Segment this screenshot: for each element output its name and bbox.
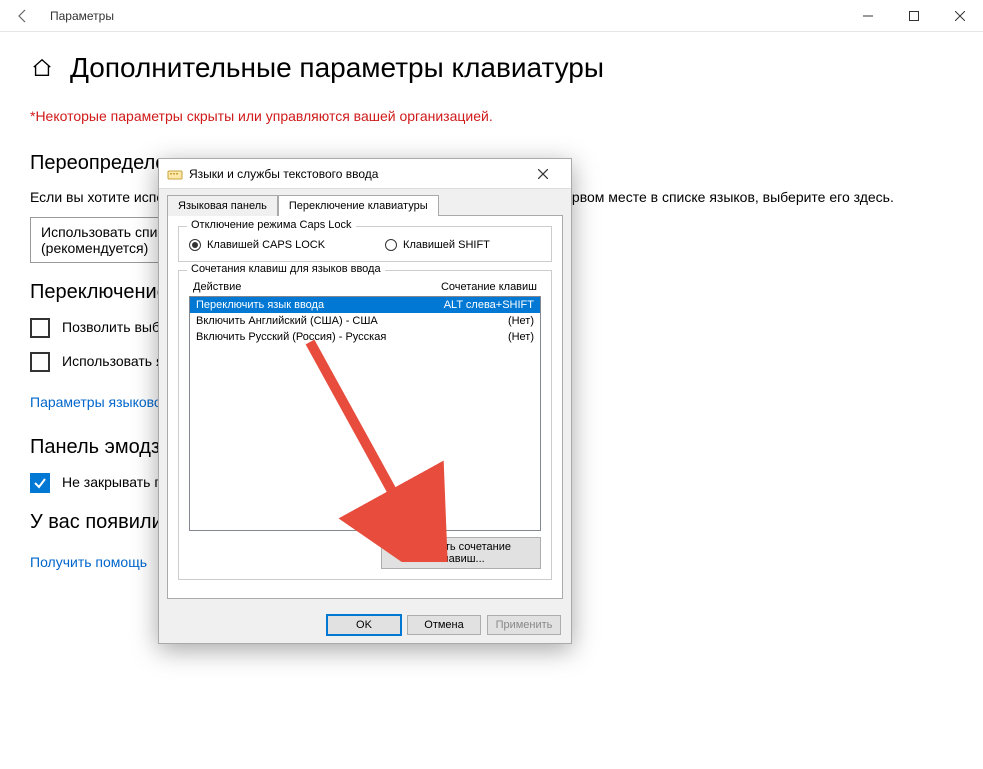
change-hotkey-button[interactable]: Сменить сочетание клавиш...: [381, 537, 541, 569]
window-title: Параметры: [50, 9, 114, 23]
row-combo: ALT слева+SHIFT: [444, 299, 534, 311]
row-combo: (Нет): [508, 315, 534, 327]
group-capslock-title: Отключение режима Caps Lock: [187, 219, 356, 231]
radio-shift[interactable]: [385, 239, 397, 251]
home-icon[interactable]: [30, 56, 54, 80]
list-row[interactable]: Включить Английский (США) - США (Нет): [190, 313, 540, 329]
list-row[interactable]: Включить Русский (Россия) - Русская (Нет…: [190, 329, 540, 345]
keyboard-icon: [167, 166, 183, 182]
ok-button[interactable]: OK: [327, 615, 401, 635]
row-action: Переключить язык ввода: [196, 299, 324, 311]
group-hotkeys: Сочетания клавиш для языков ввода Действ…: [178, 270, 552, 580]
window-controls: [845, 0, 983, 32]
tab-language-bar[interactable]: Языковая панель: [167, 195, 278, 216]
window-titlebar: Параметры: [0, 0, 983, 32]
group-hotkeys-title: Сочетания клавиш для языков ввода: [187, 263, 385, 275]
checkbox-emoji-autoclose[interactable]: [30, 473, 50, 493]
group-capslock: Отключение режима Caps Lock Клавишей CAP…: [178, 226, 552, 262]
checkbox-per-window[interactable]: [30, 318, 50, 338]
minimize-button[interactable]: [845, 0, 891, 32]
row-action: Включить Русский (Россия) - Русская: [196, 331, 386, 343]
row-action: Включить Английский (США) - США: [196, 315, 378, 327]
maximize-button[interactable]: [891, 0, 937, 32]
close-button[interactable]: [937, 0, 983, 32]
tab-keyboard-switch[interactable]: Переключение клавиатуры: [278, 195, 439, 216]
radio-shift-label: Клавишей SHIFT: [403, 239, 490, 251]
dialog-title: Языки и службы текстового ввода: [189, 167, 523, 181]
row-combo: (Нет): [508, 331, 534, 343]
list-row[interactable]: Переключить язык ввода ALT слева+SHIFT: [190, 297, 540, 313]
policy-note: *Некоторые параметры скрыты или управляю…: [30, 108, 953, 124]
back-button[interactable]: [0, 0, 46, 32]
apply-button[interactable]: Применить: [487, 615, 561, 635]
hotkey-list[interactable]: Переключить язык ввода ALT слева+SHIFT В…: [189, 296, 541, 531]
checkbox-langbar[interactable]: [30, 352, 50, 372]
dialog-titlebar: Языки и службы текстового ввода: [159, 159, 571, 189]
page-title: Дополнительные параметры клавиатуры: [70, 52, 604, 84]
dialog-close-button[interactable]: [523, 160, 563, 188]
col-action: Действие: [193, 281, 241, 293]
cancel-button[interactable]: Отмена: [407, 615, 481, 635]
radio-capslock[interactable]: [189, 239, 201, 251]
radio-capslock-label: Клавишей CAPS LOCK: [207, 239, 325, 251]
col-combo: Сочетание клавиш: [441, 281, 537, 293]
link-get-help[interactable]: Получить помощь: [30, 554, 147, 570]
text-services-dialog: Языки и службы текстового ввода Языковая…: [158, 158, 572, 644]
